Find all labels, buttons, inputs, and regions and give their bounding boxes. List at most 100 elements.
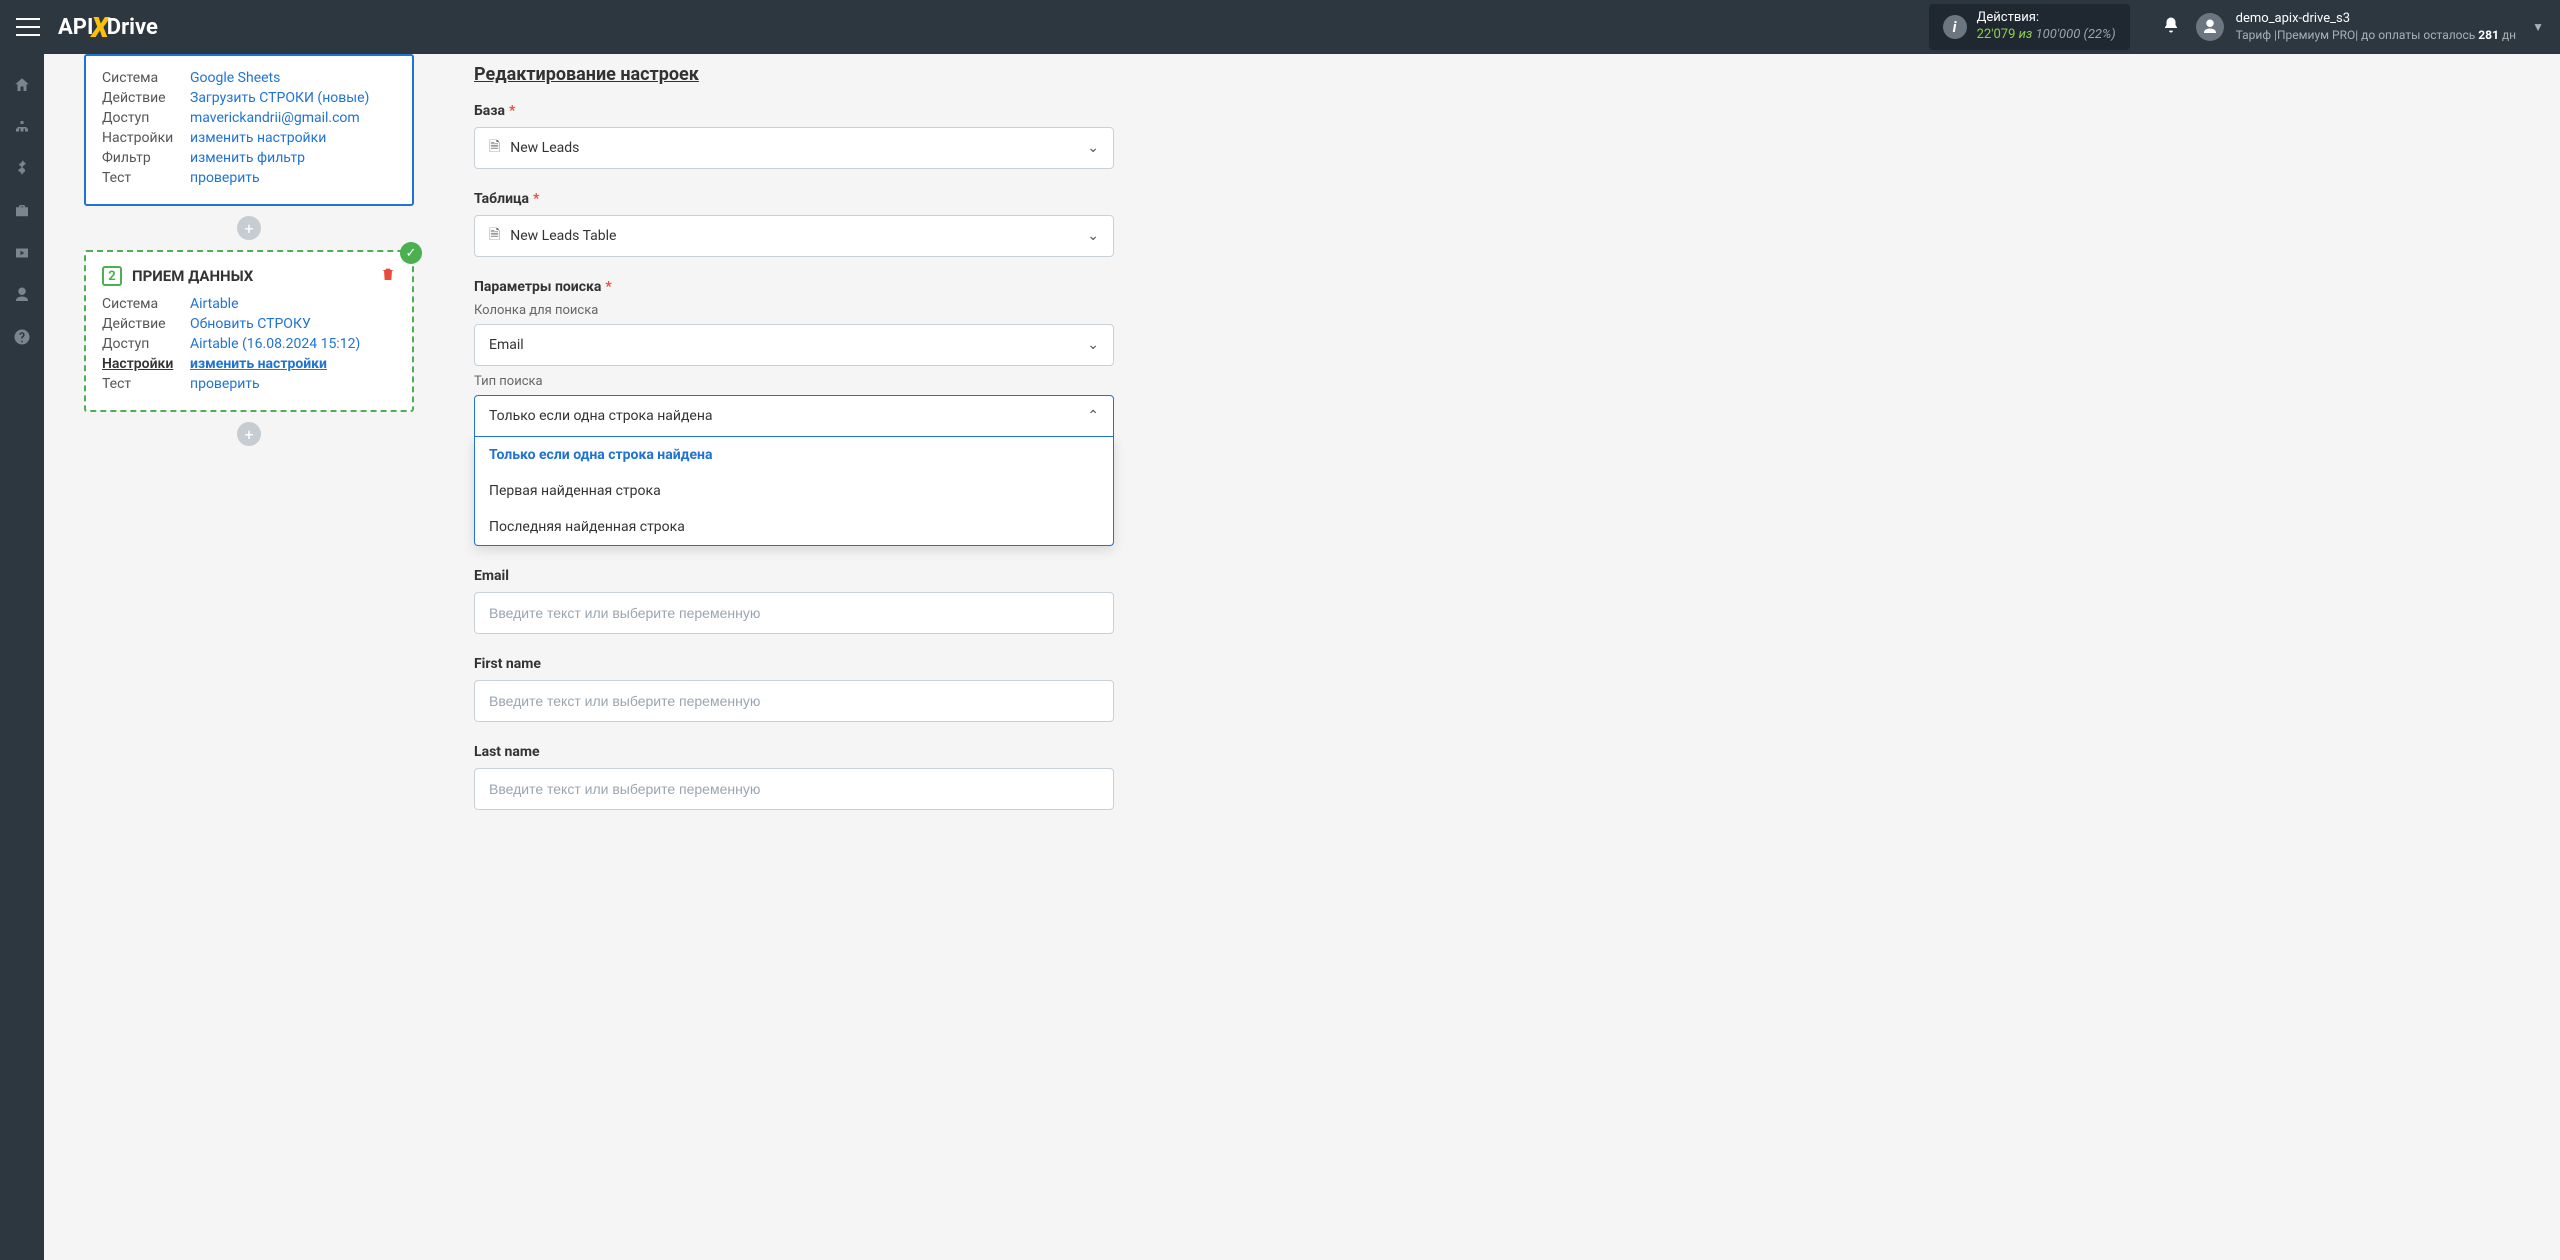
table-value: New Leads Table [510, 228, 616, 244]
dropdown-option[interactable]: Первая найденная строка [475, 473, 1113, 509]
row-value[interactable]: Airtable (16.08.2024 15:12) [190, 336, 360, 352]
source-card[interactable]: СистемаGoogle Sheets ДействиеЗагрузить С… [84, 54, 414, 206]
required-icon: * [533, 191, 539, 207]
row-label: Доступ [102, 336, 190, 352]
nav-connections[interactable] [0, 106, 44, 148]
field-base: База* 🗎 New Leads ⌄ [474, 103, 1114, 169]
last-name-label: Last name [474, 744, 540, 760]
dropdown-option[interactable]: Только если одна строка найдена [475, 437, 1113, 473]
card-title: 2 ПРИЕМ ДАННЫХ [102, 266, 396, 286]
row-label: Настройки [102, 356, 190, 372]
doc-icon: 🗎 [489, 136, 500, 160]
nav-help[interactable] [0, 316, 44, 358]
search-type-value: Только если одна строка найдена [489, 408, 713, 424]
actions-count: 22'079 [1977, 27, 2016, 42]
nav-billing[interactable] [0, 148, 44, 190]
sidebar [0, 54, 44, 1260]
tariff-suffix: дн [2502, 28, 2516, 42]
destination-card[interactable]: ✓ 2 ПРИЕМ ДАННЫХ СистемаAirtable Действи… [84, 250, 414, 412]
row-label: Фильтр [102, 150, 190, 166]
user-tariff: Тариф |Премиум PRO| до оплаты осталось 2… [2236, 28, 2516, 44]
row-label: Система [102, 70, 190, 86]
search-column-label: Колонка для поиска [474, 303, 1114, 318]
email-label: Email [474, 568, 1114, 584]
user-block[interactable]: demo_apix-drive_s3 Тариф |Премиум PRO| д… [2236, 11, 2516, 43]
nav-profile[interactable] [0, 274, 44, 316]
tariff-days: 281 [2478, 28, 2499, 42]
steps-column: СистемаGoogle Sheets ДействиеЗагрузить С… [84, 54, 414, 832]
chevron-down-icon: ⌄ [1087, 228, 1099, 244]
base-label: База [474, 103, 505, 119]
settings-form: Редактирование настроек База* 🗎 New Lead… [474, 54, 1114, 832]
nav-home[interactable] [0, 64, 44, 106]
section-title: Редактирование настроек [474, 64, 1114, 85]
row-label: Настройки [102, 130, 190, 146]
search-type-label: Тип поиска [474, 374, 1114, 389]
table-label: Таблица [474, 191, 529, 207]
first-name-label: First name [474, 656, 541, 672]
chevron-down-icon: ⌄ [1087, 337, 1099, 353]
chevron-down-icon: ⌄ [1087, 140, 1099, 156]
row-value[interactable]: изменить настройки [190, 130, 326, 146]
last-name-input[interactable] [474, 768, 1114, 810]
row-label: Тест [102, 170, 190, 186]
row-value[interactable]: изменить фильтр [190, 150, 305, 166]
field-last-name: Last name [474, 744, 1114, 810]
row-label: Тест [102, 376, 190, 392]
row-label: Действие [102, 90, 190, 106]
logo-drive: Drive [107, 15, 158, 40]
field-email [474, 592, 1114, 634]
row-value[interactable]: Airtable [190, 296, 239, 312]
first-name-input[interactable] [474, 680, 1114, 722]
step-title: ПРИЕМ ДАННЫХ [132, 267, 253, 285]
row-value[interactable]: Google Sheets [190, 70, 280, 86]
table-select[interactable]: 🗎 New Leads Table ⌄ [474, 215, 1114, 257]
search-type-dropdown: Только если одна строка найдена Первая н… [474, 437, 1114, 546]
row-value[interactable]: изменить настройки [190, 356, 327, 372]
base-select[interactable]: 🗎 New Leads ⌄ [474, 127, 1114, 169]
row-value[interactable]: maverickandrii@gmail.com [190, 110, 360, 126]
check-badge-icon: ✓ [400, 242, 422, 264]
search-column-value: Email [489, 337, 524, 353]
row-label: Система [102, 296, 190, 312]
user-avatar-icon[interactable] [2196, 13, 2224, 41]
user-chevron-icon[interactable]: ▼ [2532, 20, 2544, 34]
search-params-label: Параметры поиска [474, 279, 601, 295]
search-column-select[interactable]: Email ⌄ [474, 324, 1114, 366]
nav-video[interactable] [0, 232, 44, 274]
field-table: Таблица* 🗎 New Leads Table ⌄ [474, 191, 1114, 257]
dropdown-option[interactable]: Последняя найденная строка [475, 509, 1113, 545]
add-step-button[interactable]: + [237, 216, 261, 240]
actions-limit: 100'000 [2036, 27, 2081, 42]
email-input[interactable] [474, 592, 1114, 634]
tariff-prefix: Тариф |Премиум PRO| до оплаты осталось [2236, 28, 2476, 42]
search-type-select[interactable]: Только если одна строка найдена ⌃ [474, 395, 1114, 437]
main-content: СистемаGoogle Sheets ДействиеЗагрузить С… [44, 54, 2560, 872]
bell-icon[interactable] [2162, 16, 2180, 39]
field-first-name: First name [474, 656, 1114, 722]
delete-step-icon[interactable] [380, 266, 396, 286]
field-search-params: Параметры поиска* Колонка для поиска Ema… [474, 279, 1114, 546]
logo[interactable]: API X Drive [58, 11, 158, 44]
logo-api: API [58, 15, 93, 40]
actions-text: Действия: 22'079 из 100'000 (22%) [1977, 10, 2116, 44]
required-icon: * [605, 279, 611, 295]
step-number: 2 [102, 266, 122, 286]
row-value[interactable]: проверить [190, 170, 260, 186]
app-header: API X Drive i Действия: 22'079 из 100'00… [0, 0, 2560, 54]
nav-briefcase[interactable] [0, 190, 44, 232]
user-name: demo_apix-drive_s3 [2236, 11, 2516, 28]
row-value[interactable]: проверить [190, 376, 260, 392]
hamburger-menu[interactable] [16, 18, 40, 36]
row-value[interactable]: Обновить СТРОКУ [190, 316, 311, 332]
chevron-up-icon: ⌃ [1087, 408, 1099, 424]
row-label: Доступ [102, 110, 190, 126]
actions-of: из [2019, 27, 2033, 42]
info-icon: i [1943, 15, 1967, 39]
actions-counter[interactable]: i Действия: 22'079 из 100'000 (22%) [1929, 4, 2130, 50]
actions-label: Действия: [1977, 10, 2116, 27]
doc-icon: 🗎 [489, 224, 500, 248]
add-step-button[interactable]: + [237, 422, 261, 446]
actions-percent: (22%) [2084, 27, 2116, 42]
row-value[interactable]: Загрузить СТРОКИ (новые) [190, 90, 369, 106]
